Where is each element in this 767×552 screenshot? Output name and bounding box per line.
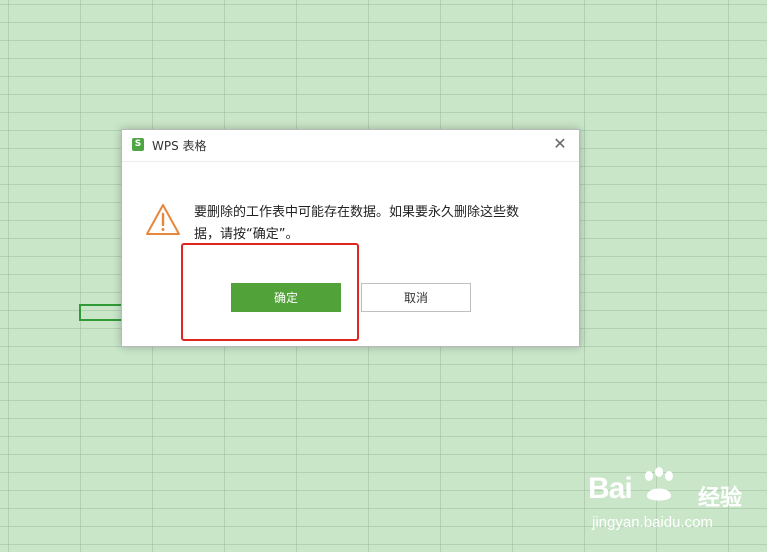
- dialog-message: 要删除的工作表中可能存在数据。如果要永久删除这些数 据，请按“确定”。: [194, 202, 554, 246]
- dialog-title: WPS 表格: [152, 139, 207, 153]
- dialog-titlebar: S WPS 表格 ✕: [122, 130, 579, 162]
- selected-cell[interactable]: [79, 304, 123, 321]
- watermark-brand-suffix: 经验: [698, 486, 743, 511]
- message-line-1: 要删除的工作表中可能存在数据。如果要永久删除这些数: [194, 205, 520, 220]
- baidu-jingyan-watermark: Bai 经验 jingyan.baidu.com: [588, 466, 760, 538]
- paw-icon: [645, 467, 673, 501]
- annotation-highlight-box: [181, 243, 359, 341]
- watermark-brand: Bai: [588, 472, 633, 505]
- watermark-url: jingyan.baidu.com: [592, 514, 713, 531]
- close-icon[interactable]: ✕: [551, 135, 569, 153]
- cancel-button[interactable]: 取消: [361, 283, 471, 312]
- wps-spreadsheet-icon: S: [132, 138, 144, 151]
- warning-icon: [146, 204, 180, 235]
